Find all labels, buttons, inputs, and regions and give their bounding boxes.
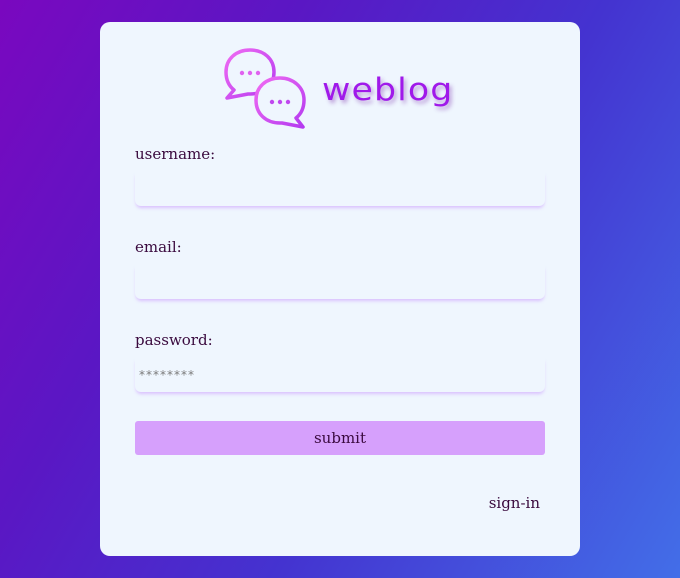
logo: weblog xyxy=(224,48,452,132)
sign-in-link[interactable]: sign-in xyxy=(489,494,540,512)
password-input[interactable] xyxy=(135,358,545,392)
signup-card: weblog username: email: password: submit… xyxy=(100,22,580,556)
brand-name: weblog xyxy=(322,72,454,108)
password-field-group: password: xyxy=(135,330,545,392)
chat-bubbles-icon xyxy=(224,48,306,129)
submit-button[interactable]: submit xyxy=(135,421,545,455)
email-input[interactable] xyxy=(135,265,545,299)
email-field-group: email: xyxy=(135,237,545,299)
username-input[interactable] xyxy=(135,172,545,206)
username-field-group: username: xyxy=(135,144,545,206)
email-label: email: xyxy=(135,238,182,256)
password-label: password: xyxy=(135,331,213,349)
username-label: username: xyxy=(135,145,216,163)
